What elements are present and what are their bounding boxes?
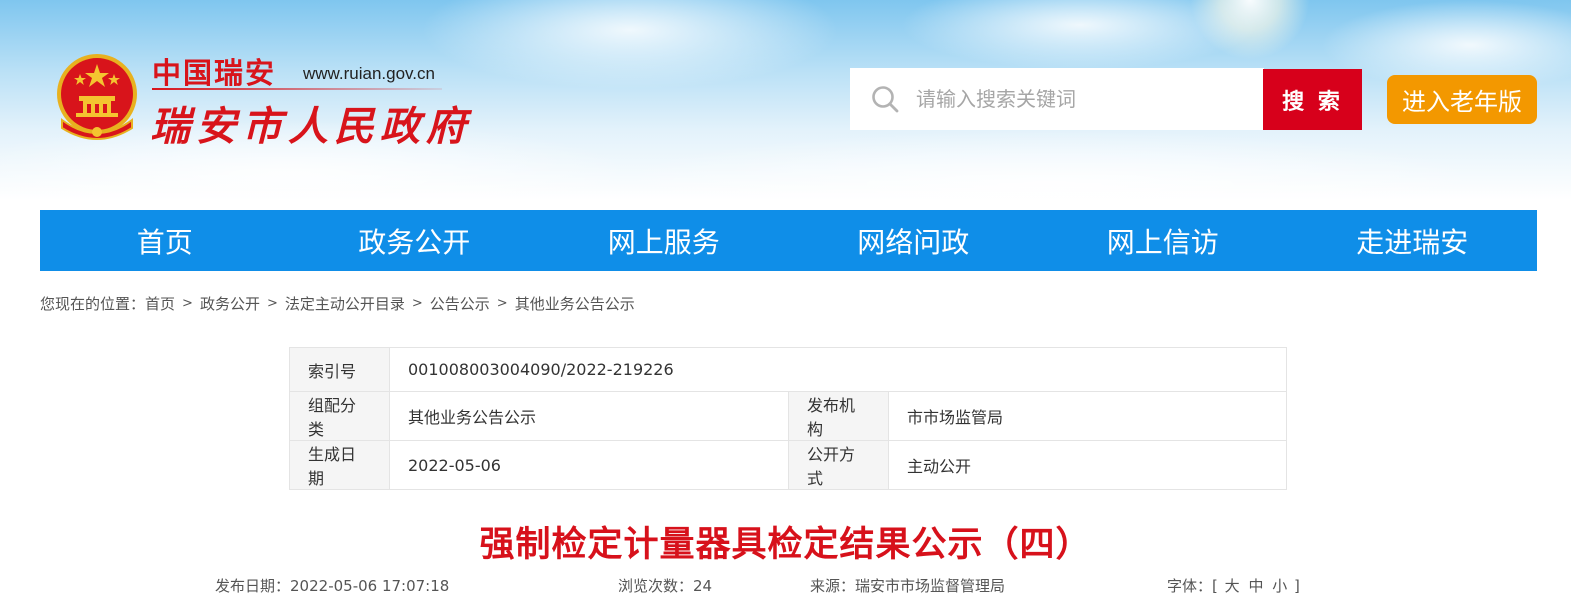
- font-size-small[interactable]: 小: [1272, 577, 1287, 595]
- search-icon: [872, 86, 899, 113]
- national-emblem-icon[interactable]: [52, 50, 142, 146]
- font-bracket-close: ]: [1294, 577, 1300, 595]
- category-label: 组配分类: [289, 391, 390, 441]
- disclosure-mode-value: 主动公开: [888, 440, 1287, 490]
- site-logo-name[interactable]: 瑞安市人民政府: [150, 94, 472, 152]
- breadcrumb-separator: >: [411, 295, 423, 311]
- publish-date-label: 发布日期：: [215, 577, 291, 595]
- source-value: 瑞安市市场监督管理局: [855, 577, 1006, 595]
- font-size-switcher: 字体：[ 大 中 小 ]: [1167, 575, 1300, 596]
- publisher-label: 发布机构: [788, 391, 889, 441]
- breadcrumb-item-home[interactable]: 首页: [145, 293, 175, 314]
- document-meta-table: 索引号 001008003004090/2022-219226 组配分类 其他业…: [289, 347, 1287, 490]
- search-button[interactable]: 搜 索: [1263, 69, 1362, 130]
- font-bracket-open: [: [1212, 577, 1218, 595]
- logo-divider: [152, 88, 442, 90]
- font-size-label: 字体：: [1167, 577, 1213, 595]
- nav-item-about-ruian[interactable]: 走进瑞安: [1288, 210, 1538, 271]
- source-label: 来源：: [810, 577, 856, 595]
- breadcrumb-item-other-announcements[interactable]: 其他业务公告公示: [515, 293, 635, 314]
- table-row: 索引号 001008003004090/2022-219226: [289, 347, 1287, 392]
- breadcrumb-separator: >: [182, 295, 193, 311]
- date-label: 生成日期: [289, 440, 390, 490]
- elder-mode-button[interactable]: 进入老年版: [1387, 75, 1537, 124]
- site-url[interactable]: www.ruian.gov.cn: [303, 64, 435, 84]
- nav-item-online-petition[interactable]: 网上信访: [1038, 210, 1288, 271]
- view-count-label: 浏览次数：: [618, 577, 694, 595]
- breadcrumb-prefix: 您现在的位置：: [40, 294, 146, 313]
- nav-item-online-inquiry[interactable]: 网络问政: [789, 210, 1039, 271]
- disclosure-mode-label: 公开方式: [788, 440, 889, 490]
- publisher-value: 市市场监管局: [888, 391, 1287, 441]
- cloud-decoration: [420, 0, 840, 90]
- site-logo-cn[interactable]: 中国瑞安: [152, 50, 276, 92]
- cloud-decoration: [600, 130, 1500, 200]
- date-value: 2022-05-06: [389, 440, 789, 490]
- breadcrumb: 您现在的位置： 首页 > 政务公开 > 法定主动公开目录 > 公告公示 > 其他…: [40, 292, 635, 314]
- cloud-decoration: [900, 0, 1260, 70]
- search-box: [850, 68, 1264, 130]
- main-nav: 首页 政务公开 网上服务 网络问政 网上信访 走进瑞安: [40, 210, 1537, 271]
- breadcrumb-separator: >: [496, 295, 508, 311]
- table-row: 组配分类 其他业务公告公示 发布机构 市市场监管局: [289, 391, 1287, 441]
- article-source: 来源：瑞安市市场监督管理局: [810, 575, 1005, 596]
- category-value: 其他业务公告公示: [389, 391, 789, 441]
- font-size-medium[interactable]: 中: [1248, 577, 1263, 595]
- view-count-value: 24: [693, 577, 713, 595]
- breadcrumb-separator: >: [266, 295, 278, 311]
- nav-item-online-services[interactable]: 网上服务: [539, 210, 789, 271]
- publish-date-value: 2022-05-06 17:07:18: [290, 577, 450, 595]
- publish-date: 发布日期：2022-05-06 17:07:18: [215, 575, 449, 596]
- index-label: 索引号: [289, 347, 390, 392]
- nav-item-home[interactable]: 首页: [40, 210, 290, 271]
- nav-item-government-affairs[interactable]: 政务公开: [290, 210, 540, 271]
- view-count: 浏览次数：24: [618, 575, 712, 596]
- table-row: 生成日期 2022-05-06 公开方式 主动公开: [289, 440, 1287, 490]
- breadcrumb-item-announcements[interactable]: 公告公示: [430, 293, 490, 314]
- article-title: 强制检定计量器具检定结果公示（四）: [479, 525, 1092, 565]
- breadcrumb-item-catalog[interactable]: 法定主动公开目录: [285, 293, 405, 314]
- font-size-large[interactable]: 大: [1225, 577, 1240, 595]
- index-value: 001008003004090/2022-219226: [389, 347, 1287, 392]
- search-input[interactable]: [916, 79, 1246, 119]
- breadcrumb-item-government-affairs[interactable]: 政务公开: [200, 293, 260, 314]
- article-info-bar: 发布日期：2022-05-06 17:07:18 浏览次数：24 来源：瑞安市市…: [0, 575, 1571, 597]
